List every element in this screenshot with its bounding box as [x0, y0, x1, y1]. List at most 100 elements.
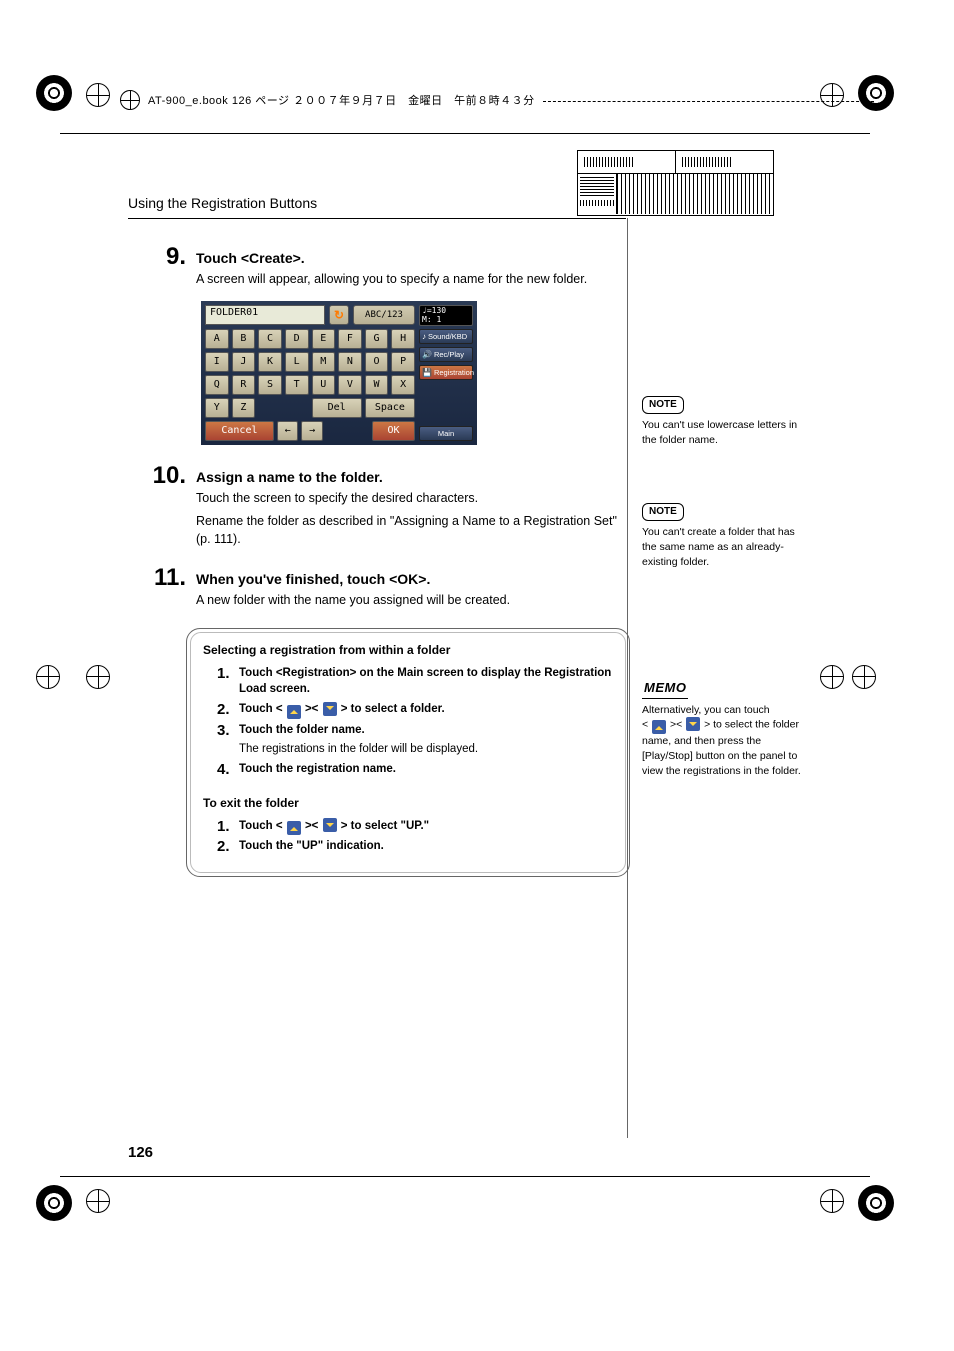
- crop-circle: [36, 75, 72, 111]
- key-b[interactable]: B: [232, 329, 256, 349]
- speaker-icon: 🔊: [422, 350, 432, 359]
- memo-label: MEMO: [642, 679, 688, 698]
- step-title: Assign a name to the folder.: [196, 469, 626, 485]
- up-triangle-icon: [287, 705, 301, 719]
- panel-exit-step-2: 2. Touch the "UP" indication.: [217, 838, 613, 855]
- reg-mark: [86, 665, 110, 689]
- panel-step-number: 1.: [217, 818, 239, 836]
- header-dash: [543, 101, 874, 102]
- key-s[interactable]: S: [258, 375, 282, 395]
- panel-step-1: 1. Touch <Registration> on the Main scre…: [217, 665, 613, 698]
- section-title: Using the Registration Buttons: [128, 195, 317, 211]
- tab-main[interactable]: Main: [419, 426, 473, 441]
- text-frag: > to select "UP.": [338, 820, 430, 832]
- panel-step-number: 4.: [217, 761, 239, 778]
- key-m[interactable]: M: [312, 352, 336, 372]
- key-a[interactable]: A: [205, 329, 229, 349]
- text-frag: Touch <: [239, 703, 286, 715]
- key-i[interactable]: I: [205, 352, 229, 372]
- crop-line: [60, 1176, 870, 1177]
- refresh-button[interactable]: ↻: [329, 305, 349, 325]
- reg-mark-icon: [120, 90, 140, 110]
- note-label: NOTE: [642, 396, 684, 414]
- key-o[interactable]: O: [365, 352, 389, 372]
- key-j[interactable]: J: [232, 352, 256, 372]
- key-v[interactable]: V: [338, 375, 362, 395]
- cursor-left-button[interactable]: ←: [277, 421, 299, 441]
- tab-registration[interactable]: 💾Registration: [419, 365, 473, 380]
- key-q[interactable]: Q: [205, 375, 229, 395]
- key-t[interactable]: T: [285, 375, 309, 395]
- key-z[interactable]: Z: [232, 398, 256, 418]
- panel-step-text: Touch <Registration> on the Main screen …: [239, 665, 613, 698]
- text-frag: ><: [302, 820, 322, 832]
- cursor-right-button[interactable]: →: [301, 421, 323, 441]
- key-l[interactable]: L: [285, 352, 309, 372]
- key-k[interactable]: K: [258, 352, 282, 372]
- sub-procedure-panel: Selecting a registration from within a f…: [186, 628, 630, 878]
- naming-screen: FOLDER01 ↻ ABC/123 A B C D E F G H: [201, 301, 477, 445]
- panel-step-text: Touch the folder name. The registrations…: [239, 722, 613, 758]
- ok-button[interactable]: OK: [372, 421, 415, 441]
- key-r[interactable]: R: [232, 375, 256, 395]
- panel-step-text: Touch < >< > to select "UP.": [239, 818, 613, 836]
- step-number: 11.: [128, 565, 196, 610]
- page-number: 126: [128, 1144, 153, 1161]
- key-e[interactable]: E: [312, 329, 336, 349]
- reg-mark: [36, 665, 60, 689]
- text-frag: ><: [302, 703, 322, 715]
- text-frag: Touch the folder name.: [239, 724, 365, 736]
- reg-mark: [86, 1189, 110, 1213]
- cancel-button[interactable]: Cancel: [205, 421, 274, 441]
- key-g[interactable]: G: [365, 329, 389, 349]
- step-9: 9. Touch <Create>. A screen will appear,…: [128, 244, 626, 455]
- panel-heading: Selecting a registration from within a f…: [203, 643, 613, 657]
- down-triangle-icon: [323, 818, 337, 832]
- key-d[interactable]: D: [285, 329, 309, 349]
- note-text: You can't create a folder that has the s…: [642, 525, 810, 569]
- step-text: A screen will appear, allowing you to sp…: [196, 270, 626, 289]
- tab-sound-kbd[interactable]: ♪Sound/KBD: [419, 329, 473, 344]
- keyboard-row-4: Y Z Del Space: [205, 398, 415, 418]
- key-h[interactable]: H: [391, 329, 415, 349]
- keyboard-bottom-row: Cancel ← → OK: [205, 421, 415, 441]
- step-number: 9.: [128, 244, 196, 455]
- key-y[interactable]: Y: [205, 398, 229, 418]
- step-text: Rename the folder as described in "Assig…: [196, 512, 626, 550]
- step-11: 11. When you've finished, touch <OK>. A …: [128, 565, 626, 610]
- key-w[interactable]: W: [365, 375, 389, 395]
- key-space[interactable]: Space: [365, 398, 415, 418]
- panel-step-number: 2.: [217, 701, 239, 719]
- crop-line: [60, 133, 870, 134]
- tab-rec-play[interactable]: 🔊Rec/Play: [419, 347, 473, 362]
- key-p[interactable]: P: [391, 352, 415, 372]
- step-text: Touch the screen to specify the desired …: [196, 489, 626, 508]
- reg-mark: [820, 665, 844, 689]
- memo-text: Alternatively, you can touch < >< > to s…: [642, 703, 810, 779]
- memo-block: MEMO Alternatively, you can touch < >< >…: [642, 679, 810, 778]
- panel-step-text: Touch < >< > to select a folder.: [239, 701, 613, 719]
- key-f[interactable]: F: [338, 329, 362, 349]
- panel-step-text: Touch the "UP" indication.: [239, 838, 613, 855]
- reg-mark: [820, 1189, 844, 1213]
- reg-mark: [86, 83, 110, 107]
- step-title: Touch <Create>.: [196, 250, 626, 266]
- panel-step-3: 3. Touch the folder name. The registrati…: [217, 722, 613, 758]
- key-c[interactable]: C: [258, 329, 282, 349]
- crop-circle: [36, 1185, 72, 1221]
- down-triangle-icon: [323, 702, 337, 716]
- tempo-display: ♩=130 M: 1: [419, 305, 473, 327]
- key-n[interactable]: N: [338, 352, 362, 372]
- note-text: You can't use lowercase letters in the f…: [642, 418, 810, 447]
- section-rule: [128, 218, 626, 219]
- key-del[interactable]: Del: [312, 398, 362, 418]
- tab-label: Rec/Play: [434, 350, 464, 359]
- folder-name-field[interactable]: FOLDER01: [205, 305, 325, 325]
- text-frag: Alternatively, you can touch: [642, 704, 770, 716]
- crop-circle: [858, 1185, 894, 1221]
- key-u[interactable]: U: [312, 375, 336, 395]
- step-title: When you've finished, touch <OK>.: [196, 571, 626, 587]
- panel-heading: To exit the folder: [203, 796, 613, 810]
- input-mode-button[interactable]: ABC/123: [353, 305, 415, 325]
- key-x[interactable]: X: [391, 375, 415, 395]
